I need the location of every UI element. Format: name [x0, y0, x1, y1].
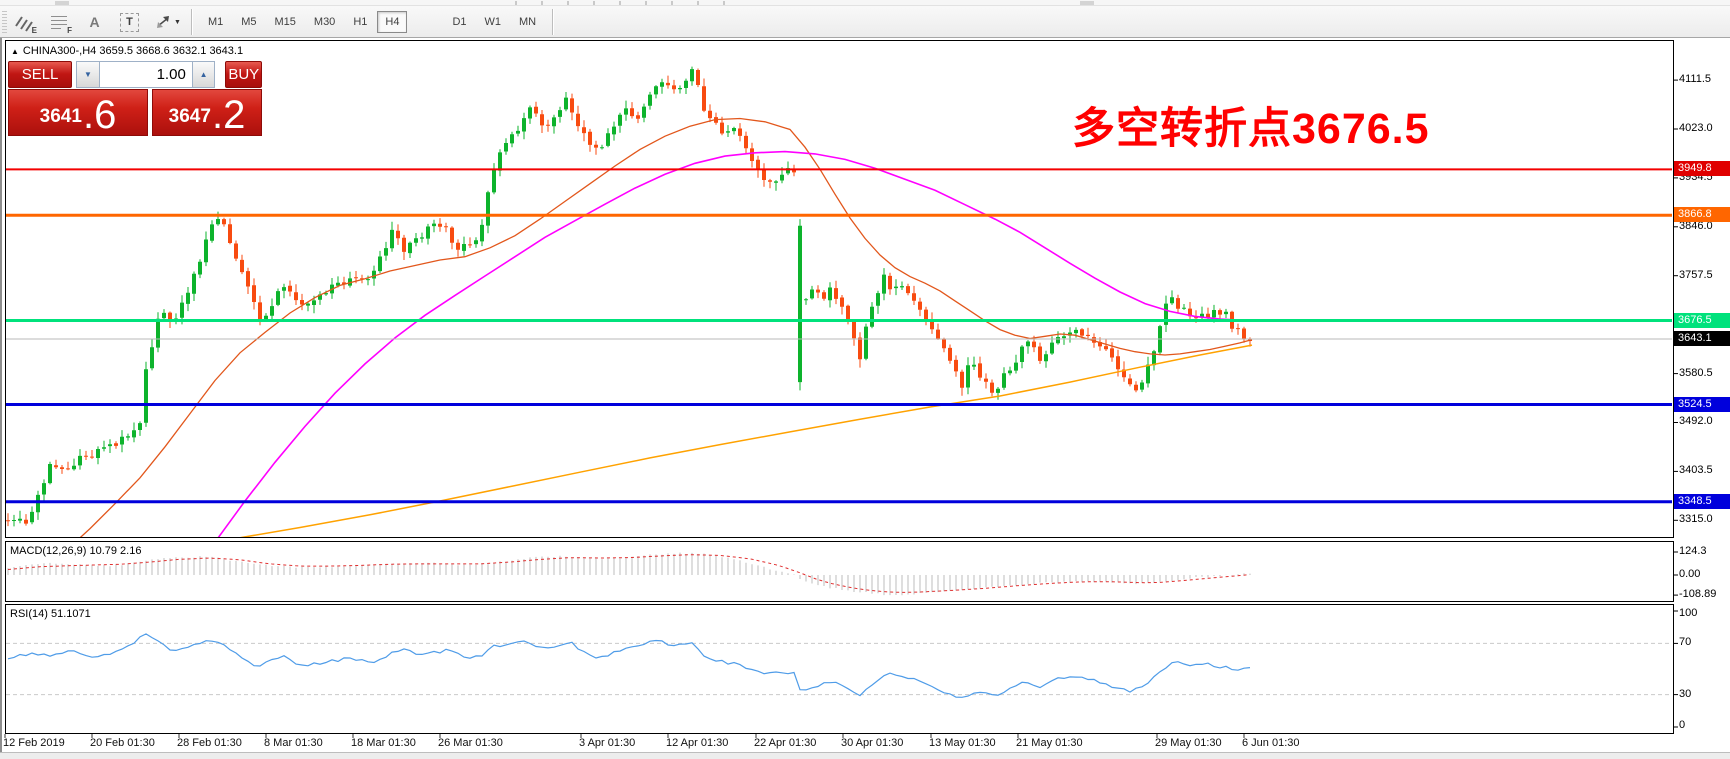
- chart-pattern-sub-label: E: [31, 26, 37, 35]
- date-axis-label: 20 Feb 01:30: [90, 737, 155, 749]
- grid-forecast-sub-label: F: [67, 26, 72, 35]
- rsi-axis-tick: 100: [1679, 607, 1698, 619]
- timeframe-button-m5[interactable]: M5: [233, 11, 264, 33]
- date-axis-label: 26 Mar 01:30: [438, 737, 503, 749]
- buy-price-frac: .2: [211, 93, 246, 137]
- timeframe-button-mn[interactable]: MN: [511, 11, 544, 33]
- rsi-axis-tick: 70: [1679, 636, 1692, 649]
- volume-increase-button[interactable]: ▲: [191, 61, 216, 88]
- timeframe-button-m30[interactable]: M30: [306, 11, 343, 33]
- toolbar-grip[interactable]: [2, 11, 7, 33]
- price-line-label: 3676.5: [1674, 312, 1730, 328]
- buy-price-display[interactable]: 3647.2: [152, 89, 262, 136]
- collapse-arrow-icon[interactable]: ▲: [11, 47, 19, 56]
- date-axis-label: 13 May 01:30: [929, 737, 996, 749]
- macd-axis-tick: 0.00: [1679, 568, 1701, 580]
- symbol-ohlc-text: CHINA300-,H4 3659.5 3668.6 3632.1 3643.1: [22, 45, 244, 57]
- price-line-label: 3866.8: [1674, 207, 1730, 223]
- price-axis-tick: 4111.5: [1679, 73, 1712, 86]
- price-line-label: 3949.8: [1674, 161, 1730, 177]
- toolbar-top-strip-mark: [1080, 1, 1094, 5]
- price-line-label: 3643.1: [1674, 330, 1730, 346]
- buy-button[interactable]: BUY: [225, 61, 262, 88]
- symbol-header[interactable]: ▲ CHINA300-,H4 3659.5 3668.6 3632.1 3643.…: [11, 45, 243, 57]
- date-axis-label: 6 Jun 01:30: [1242, 737, 1300, 749]
- date-axis-label: 18 Mar 01:30: [351, 737, 416, 749]
- macd-axis-tick: 124.3: [1679, 545, 1707, 557]
- price-axis-tick: 3403.5: [1679, 464, 1713, 477]
- rsi-label: RSI(14) 51.1071: [10, 608, 91, 620]
- toolbar-top-strip-mark: [55, 1, 69, 5]
- volume-input[interactable]: [99, 61, 192, 88]
- font-style-button[interactable]: A: [81, 9, 108, 35]
- toolbar-row: E F A T ▼ M1 M5 M15 M30 H1 H4 D1 W1 MN: [0, 7, 560, 37]
- timeframe-button-h4[interactable]: H4: [377, 11, 408, 33]
- rsi-indicator-pane[interactable]: [5, 604, 1674, 734]
- date-axis-label: 29 May 01:30: [1155, 737, 1222, 749]
- price-axis-tick: 3580.5: [1679, 366, 1713, 379]
- macd-axis-tick: -108.89: [1679, 588, 1717, 601]
- bottom-status-strip: [0, 752, 1730, 759]
- timeframe-group: M1 M5 M15 M30 H1 H4 D1 W1 MN: [199, 11, 545, 33]
- text-label-button[interactable]: T: [116, 9, 143, 35]
- one-click-trading-panel: SELL ▼ ▲ BUY 3641.6 3647.2: [8, 61, 262, 136]
- spinner-up-icon: ▲: [199, 70, 208, 79]
- timeframe-button-d1[interactable]: D1: [444, 11, 474, 33]
- sell-button[interactable]: SELL: [8, 61, 73, 88]
- price-axis-tick: 4023.0: [1679, 121, 1713, 134]
- font-a-icon: A: [89, 14, 100, 30]
- rsi-axis-tick: 30: [1679, 687, 1692, 700]
- price-axis-tick: 3757.5: [1679, 268, 1713, 281]
- date-axis-label: 28 Feb 01:30: [177, 737, 242, 749]
- timeframe-button-m1[interactable]: M1: [200, 11, 231, 33]
- cycle-arrows-button[interactable]: ▼: [151, 9, 184, 35]
- rsi-axis-tick: 0: [1679, 719, 1686, 731]
- toolbar-separator: [552, 9, 554, 35]
- date-axis-label: 3 Apr 01:30: [579, 737, 636, 749]
- toolbar-top-strip: [0, 0, 1730, 6]
- macd-indicator-pane[interactable]: [5, 541, 1674, 602]
- macd-label: MACD(12,26,9) 10.79 2.16: [10, 545, 142, 557]
- date-axis-label: 12 Feb 2019: [3, 737, 65, 749]
- volume-decrease-button[interactable]: ▼: [76, 61, 100, 88]
- toolbar: E F A T ▼ M1 M5 M15 M30 H1 H4 D1 W1 MN: [0, 0, 1730, 38]
- timeframe-button-m15[interactable]: M15: [267, 11, 304, 33]
- timeframe-button-h1[interactable]: H1: [345, 11, 375, 33]
- price-axis-tick: 3492.0: [1679, 415, 1713, 428]
- sell-price-main: 3641: [39, 106, 82, 127]
- buy-price-main: 3647: [168, 106, 211, 127]
- timeframe-button-w1[interactable]: W1: [477, 11, 510, 33]
- text-label-icon: T: [120, 12, 139, 32]
- cycle-arrows-icon: [157, 16, 169, 28]
- spinner-down-icon: ▼: [83, 70, 92, 79]
- date-axis-label: 12 Apr 01:30: [666, 737, 729, 749]
- sell-price-frac: .6: [82, 93, 117, 137]
- price-axis-tick: 3315.0: [1679, 513, 1713, 526]
- window-left-edge: [0, 38, 2, 759]
- dropdown-caret-icon: ▼: [174, 18, 181, 26]
- grid-forecast-button[interactable]: F: [46, 9, 73, 35]
- chart-annotation-text: 多空转折点3676.5: [1072, 105, 1430, 153]
- date-axis-label: 22 Apr 01:30: [754, 737, 817, 749]
- date-axis-label: 21 May 01:30: [1016, 737, 1083, 749]
- date-axis-label: 8 Mar 01:30: [264, 737, 323, 749]
- chart-pattern-button[interactable]: E: [10, 9, 38, 35]
- price-line-label: 3348.5: [1674, 493, 1730, 509]
- price-line-label: 3524.5: [1674, 396, 1730, 412]
- toolbar-separator: [190, 9, 192, 35]
- date-axis-label: 30 Apr 01:30: [841, 737, 904, 749]
- sell-price-display[interactable]: 3641.6: [8, 89, 148, 136]
- toolbar-top-strip-marks: [515, 1, 727, 5]
